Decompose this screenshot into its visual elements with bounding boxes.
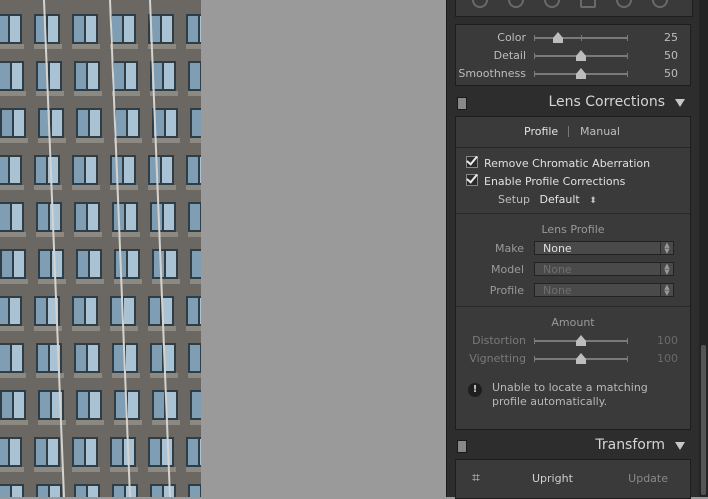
tab-manual[interactable]: Manual <box>580 125 620 138</box>
tab-divider <box>568 126 569 137</box>
make-select[interactable]: None ▲ ▼ <box>534 241 674 255</box>
tool-icon[interactable] <box>508 0 524 8</box>
detail-section: Color 25 Detail 50 Smoothness 50 <box>455 24 691 86</box>
tool-icon[interactable] <box>580 0 596 8</box>
checkbox-label: Enable Profile Corrections <box>484 175 626 188</box>
crop-icon[interactable]: ⌗ <box>472 470 480 486</box>
section-title: Transform <box>595 437 665 453</box>
slider-thumb[interactable] <box>576 353 586 364</box>
field-label: Model <box>490 263 524 276</box>
setup-dropdown[interactable]: Default <box>540 193 580 206</box>
checkbox[interactable] <box>466 156 478 168</box>
profile-select-row: Profile None ▲ ▼ <box>456 283 690 299</box>
scrollbar-thumb[interactable] <box>701 345 706 495</box>
slider-color[interactable]: Color 25 <box>456 29 692 47</box>
slider-label: Vignetting <box>469 352 526 365</box>
slider-value[interactable]: 50 <box>664 67 678 80</box>
setup-label: Setup <box>498 193 531 206</box>
slider-smoothness[interactable]: Smoothness 50 <box>456 65 692 83</box>
develop-right-panel: Color 25 Detail 50 Smoothness 50 Lens Co… <box>446 0 708 499</box>
tool-icon[interactable] <box>616 0 632 8</box>
lens-corrections-section: Profile Manual Remove Chromatic Aberrati… <box>455 116 691 430</box>
amount-heading: Amount <box>551 316 595 329</box>
slider-value[interactable]: 25 <box>664 31 678 44</box>
profile-manual-tabs: Profile Manual <box>456 117 690 148</box>
tool-icon[interactable] <box>472 0 488 8</box>
panel-switch[interactable] <box>457 97 467 110</box>
canvas-background <box>201 0 446 497</box>
divider <box>456 213 690 214</box>
slider-track[interactable] <box>534 335 628 346</box>
upright-row: ⌗ Upright Update <box>456 460 690 498</box>
photo-preview <box>0 0 201 497</box>
up-down-arrows-icon[interactable]: ⬍ <box>589 196 597 206</box>
slider-track[interactable] <box>534 50 628 61</box>
tool-icon[interactable] <box>544 0 560 8</box>
select-value: None <box>543 284 572 297</box>
section-title: Lens Corrections <box>548 94 665 110</box>
up-down-arrows-icon: ▲ ▼ <box>660 263 673 276</box>
update-button[interactable]: Update <box>628 472 668 485</box>
select-value: None <box>543 263 572 276</box>
slider-vignetting[interactable]: Vignetting 100 <box>456 350 692 368</box>
model-select-row: Model None ▲ ▼ <box>456 262 690 278</box>
slider-value[interactable]: 100 <box>657 334 678 347</box>
building-photo <box>0 0 201 497</box>
slider-value[interactable]: 50 <box>664 49 678 62</box>
triangle-down-icon[interactable] <box>675 99 685 107</box>
up-down-arrows-icon: ▲ ▼ <box>660 242 673 255</box>
field-label: Make <box>495 242 524 255</box>
setup-row: Setup Default ⬍ <box>498 193 597 206</box>
slider-thumb[interactable] <box>552 32 563 43</box>
select-value: None <box>543 242 572 255</box>
slider-label: Detail <box>493 49 526 62</box>
slider-detail[interactable]: Detail 50 <box>456 47 692 65</box>
divider <box>456 306 690 307</box>
triangle-down-icon[interactable] <box>675 442 685 450</box>
warning-icon: ! <box>468 383 482 397</box>
enable-profile-corrections-checkbox[interactable]: Enable Profile Corrections <box>466 174 625 188</box>
slider-thumb[interactable] <box>576 50 586 61</box>
tool-icon[interactable] <box>652 0 668 8</box>
up-down-arrows-icon: ▲ ▼ <box>660 284 673 297</box>
slider-track[interactable] <box>534 32 628 43</box>
lens-corrections-header[interactable]: Lens Corrections <box>455 91 691 115</box>
transform-header[interactable]: Transform <box>455 434 691 458</box>
slider-thumb[interactable] <box>576 68 586 79</box>
transform-section: ⌗ Upright Update <box>455 459 691 499</box>
slider-label: Color <box>497 31 526 44</box>
tool-strip <box>455 0 693 17</box>
tab-profile[interactable]: Profile <box>524 125 558 138</box>
remove-chromatic-aberration-checkbox[interactable]: Remove Chromatic Aberration <box>466 156 650 170</box>
panel-switch[interactable] <box>457 440 467 453</box>
slider-thumb[interactable] <box>576 335 586 346</box>
checkbox[interactable] <box>466 174 478 186</box>
make-select-row: Make None ▲ ▼ <box>456 241 690 257</box>
panel-scrollbar[interactable] <box>699 0 708 497</box>
slider-label: Smoothness <box>458 67 526 80</box>
field-label: Profile <box>489 284 524 297</box>
lens-profile-heading: Lens Profile <box>541 223 605 236</box>
slider-track[interactable] <box>534 68 628 79</box>
slider-label: Distortion <box>472 334 526 347</box>
warning-text: Unable to locate a matching profile auto… <box>492 381 648 408</box>
slider-distortion[interactable]: Distortion 100 <box>456 332 692 350</box>
profile-select[interactable]: None ▲ ▼ <box>534 283 674 297</box>
model-select[interactable]: None ▲ ▼ <box>534 262 674 276</box>
slider-track[interactable] <box>534 353 628 364</box>
slider-value[interactable]: 100 <box>657 352 678 365</box>
checkbox-label: Remove Chromatic Aberration <box>484 157 651 170</box>
upright-label: Upright <box>532 472 573 485</box>
